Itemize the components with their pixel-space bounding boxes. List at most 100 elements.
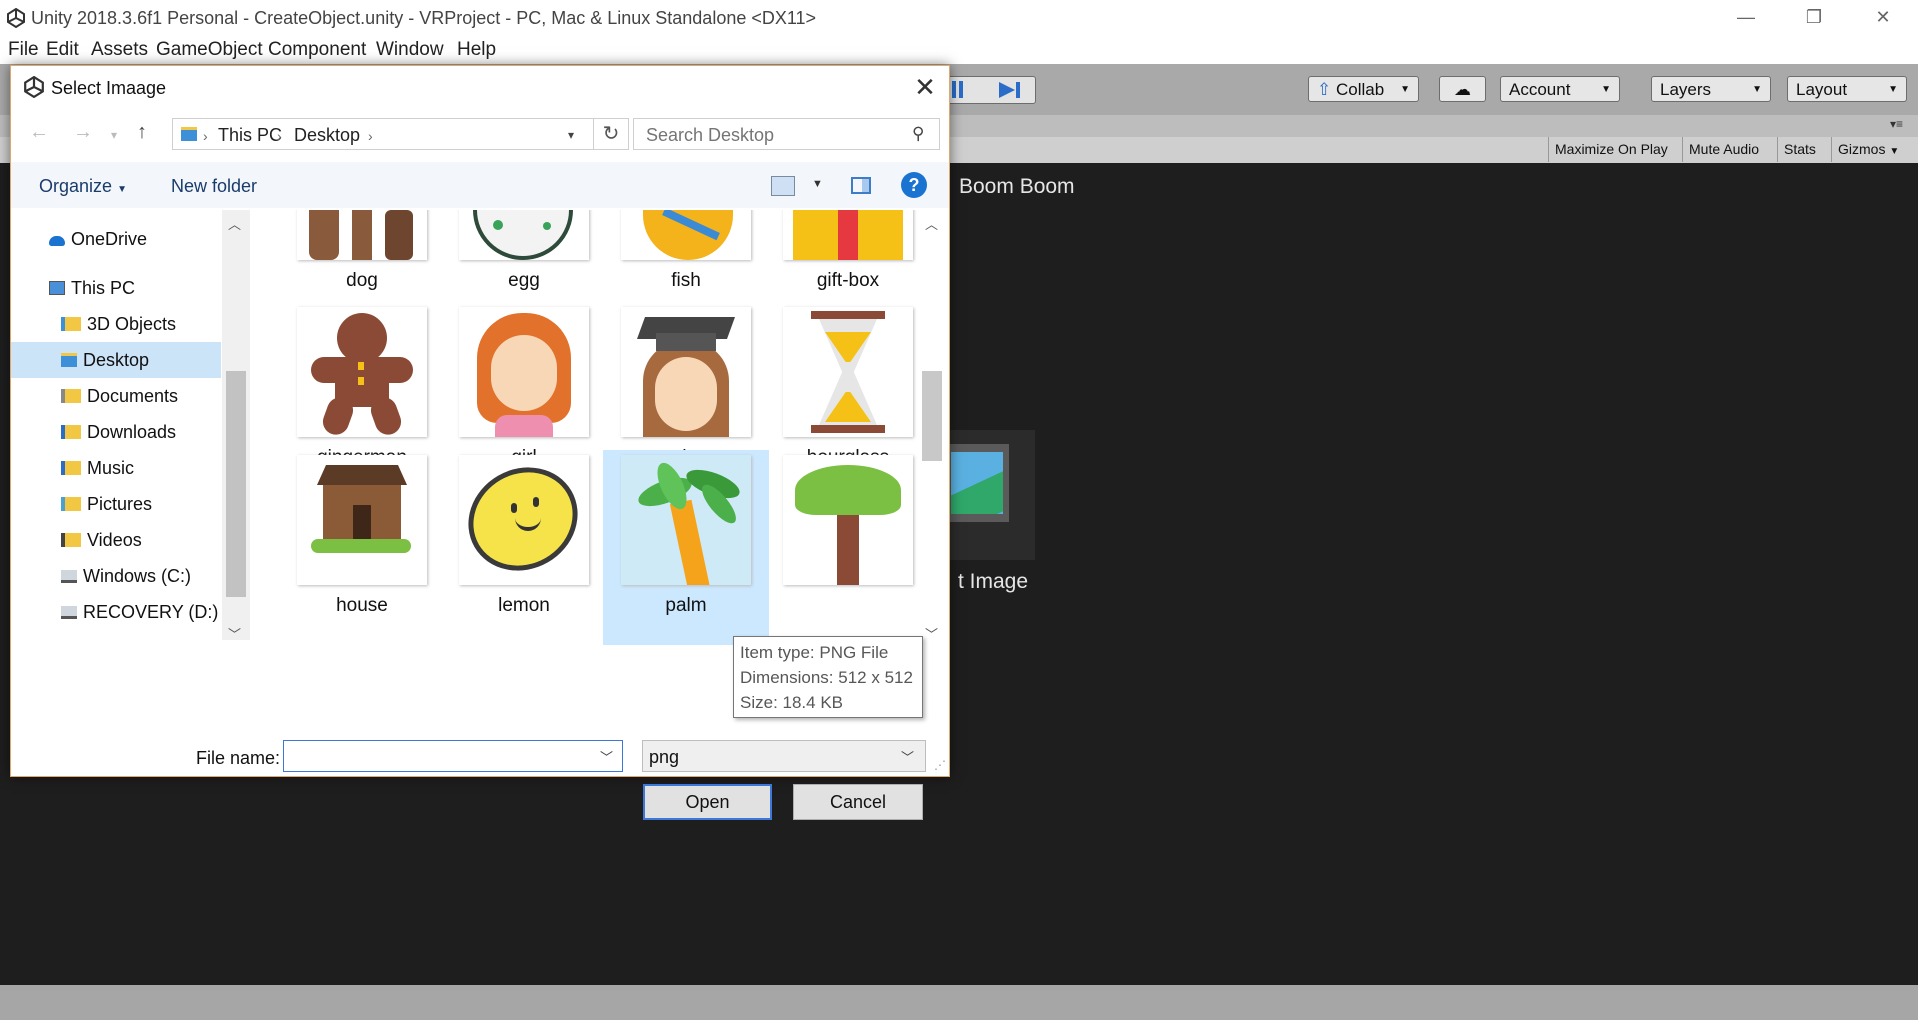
nav-desktop[interactable]: Desktop [61, 350, 149, 371]
fish-icon [621, 210, 751, 260]
close-icon[interactable]: ✕ [909, 72, 941, 104]
menu-file[interactable]: File [8, 39, 39, 61]
status-bar [0, 985, 1918, 1020]
filename-input[interactable] [288, 745, 592, 769]
resize-grip-icon[interactable]: ⋰ [934, 758, 946, 772]
file-list-scrollbar-thumb[interactable] [922, 371, 942, 461]
navigation-pane: OneDrive This PC 3D Objects Desktop Docu… [11, 210, 221, 645]
nav-label: RECOVERY (D:) [83, 602, 219, 622]
scroll-down-icon[interactable]: ﹀ [925, 624, 938, 643]
back-arrow-icon[interactable]: ← [29, 121, 49, 144]
nav-documents[interactable]: Documents [61, 386, 178, 407]
nav-music[interactable]: Music [61, 458, 134, 479]
nav-videos[interactable]: Videos [61, 530, 142, 551]
window-titlebar: Unity 2018.3.6f1 Personal - CreateObject… [0, 0, 1918, 36]
filename-label: File name: [196, 748, 281, 768]
minimize-button[interactable]: — [1711, 0, 1781, 36]
nav-pictures[interactable]: Pictures [61, 494, 152, 515]
menu-edit[interactable]: Edit [46, 39, 79, 61]
chevron-down-icon[interactable]: ▾ [568, 128, 574, 142]
refresh-icon[interactable]: ↻ [593, 118, 629, 150]
file-tile-lemon[interactable]: lemon [449, 455, 599, 617]
scroll-down-icon[interactable]: ﹀ [228, 624, 241, 643]
help-icon[interactable]: ? [901, 172, 927, 198]
file-tile-house[interactable]: house [287, 455, 437, 617]
chevron-down-icon[interactable]: ﹀ [600, 747, 613, 766]
cancel-button[interactable]: Cancel [793, 784, 923, 820]
pause-icon[interactable] [952, 81, 956, 98]
folder-icon [61, 389, 81, 403]
panel-menu-icon[interactable]: ▾≡ [1890, 117, 1903, 131]
address-bar[interactable]: › This PC › Desktop › ▾ [172, 118, 629, 150]
file-tile-gingerman[interactable]: gingerman [287, 307, 437, 469]
pause-icon-bar [959, 81, 963, 98]
girl-icon [459, 307, 589, 437]
new-folder-button[interactable]: New folder [171, 176, 257, 197]
file-tile-egg[interactable]: egg [449, 210, 599, 292]
hourglass-icon [783, 307, 913, 437]
preview-pane-icon[interactable] [851, 177, 871, 194]
mute-audio-button[interactable]: Mute Audio [1682, 137, 1765, 162]
open-button[interactable]: Open [643, 784, 772, 820]
chevron-down-icon[interactable]: ▼ [812, 178, 823, 190]
step-icon[interactable] [993, 79, 1027, 101]
window-title: Unity 2018.3.6f1 Personal - CreateObject… [31, 8, 817, 28]
close-window-button[interactable]: ✕ [1848, 0, 1918, 36]
forward-arrow-icon[interactable]: → [73, 121, 93, 144]
chevron-down-icon: ﹀ [901, 750, 915, 765]
breadcrumb-this-pc[interactable]: This PC [218, 125, 282, 146]
gizmos-button[interactable]: Gizmos ▼ [1831, 137, 1918, 162]
nav-this-pc[interactable]: This PC [49, 278, 135, 299]
file-tile-dog[interactable]: dog [287, 210, 437, 292]
file-tile-hourglass[interactable]: hourglass [773, 307, 919, 469]
collab-label: Collab [1335, 80, 1385, 99]
recent-locations-icon[interactable]: ▾ [111, 128, 117, 142]
dog-icon [297, 210, 427, 260]
search-box[interactable]: ⚲ [633, 118, 940, 150]
restore-button[interactable]: ❐ [1779, 0, 1849, 36]
dropdown-icon: ▼ [117, 184, 127, 195]
menu-help[interactable]: Help [457, 39, 496, 61]
organize-button[interactable]: Organize ▼ [39, 176, 127, 197]
nav-label: Windows (C:) [83, 566, 192, 586]
palm-tree-icon [783, 455, 913, 585]
command-bar [11, 162, 949, 208]
filetype-select[interactable]: png ﹀ [642, 740, 926, 772]
scene-title-text: Boom Boom [959, 175, 1075, 198]
layout-button[interactable]: Layout ▼ [1787, 76, 1907, 102]
breadcrumb-desktop[interactable]: Desktop [294, 125, 360, 146]
stats-button[interactable]: Stats [1777, 137, 1822, 162]
menu-window[interactable]: Window [376, 39, 444, 61]
file-tile-palm2[interactable] [773, 455, 919, 595]
menu-assets[interactable]: Assets [91, 39, 148, 61]
file-tile-fish[interactable]: fish [611, 210, 761, 292]
nav-recovery-d[interactable]: RECOVERY (D:) [61, 602, 218, 623]
file-tile-girl[interactable]: girl [449, 307, 599, 469]
cloud-button[interactable]: ☁ [1439, 76, 1486, 102]
up-arrow-icon[interactable]: ↑ [137, 121, 147, 144]
filename-combobox[interactable]: ﹀ [283, 740, 623, 772]
gingerman-icon [297, 307, 427, 437]
file-tile-gift-box[interactable]: gift-box [773, 210, 919, 292]
graduate-icon [621, 307, 751, 437]
nav-windows-c[interactable]: Windows (C:) [61, 566, 191, 587]
nav-downloads[interactable]: Downloads [61, 422, 176, 443]
filetype-value: png [649, 747, 680, 767]
scroll-up-icon[interactable]: ︿ [925, 214, 938, 233]
menu-component[interactable]: Component [268, 39, 366, 61]
account-button[interactable]: Account ▼ [1500, 76, 1620, 102]
nav-label: Videos [87, 530, 142, 550]
scroll-up-icon[interactable]: ︿ [228, 214, 241, 233]
nav-3d-objects[interactable]: 3D Objects [61, 314, 176, 335]
maximize-on-play-button[interactable]: Maximize On Play [1548, 137, 1674, 162]
view-options-icon[interactable] [771, 176, 795, 196]
layers-button[interactable]: Layers ▼ [1651, 76, 1771, 102]
file-tile-palm[interactable]: palm [611, 455, 761, 617]
file-tile-graduate[interactable]: graduate [611, 307, 761, 469]
nav-scrollbar-thumb[interactable] [226, 371, 246, 597]
collab-button[interactable]: ⇧ Collab ▼ [1308, 76, 1419, 102]
nav-onedrive[interactable]: OneDrive [49, 229, 147, 250]
search-input[interactable] [644, 123, 888, 147]
unity-logo-icon [24, 76, 44, 98]
menu-gameobject[interactable]: GameObject [156, 39, 263, 61]
